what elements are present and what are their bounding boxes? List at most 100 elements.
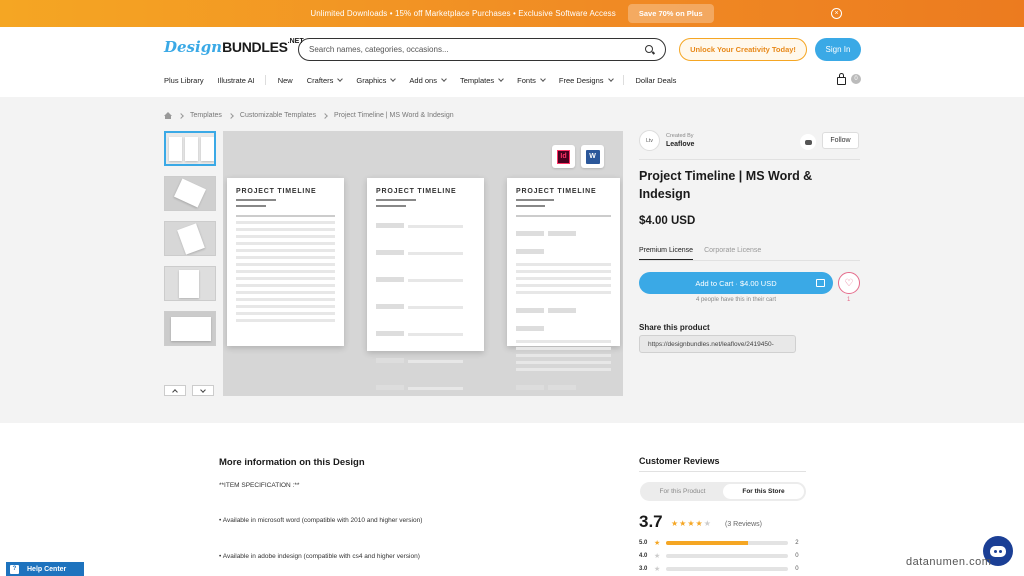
word-badge: W [581, 145, 604, 168]
rating-bar-row: 5.0 ★ 2 [639, 538, 799, 548]
share-title: Share this product [639, 323, 710, 332]
rating-bar-count: 2 [795, 540, 799, 546]
more-info-title: More information on this Design [219, 457, 365, 468]
rating-bar-track [666, 554, 789, 558]
star-icon: ★ [654, 540, 661, 547]
creator-name-link[interactable]: Leaflove [666, 141, 694, 148]
star-icon: ★ [695, 519, 703, 528]
chevron-down-icon [337, 76, 344, 82]
created-by-label: Created By [666, 133, 694, 139]
search-bar [298, 38, 666, 61]
chevron-down-icon[interactable] [192, 385, 214, 396]
star-icon: ★ [671, 519, 679, 528]
chevron-down-icon [390, 76, 397, 82]
nav-item[interactable]: New [278, 76, 293, 85]
rating-bar-label: 5.0 [639, 540, 648, 546]
star-icon: ★ [654, 566, 661, 573]
tab-premium-license[interactable]: Premium License [639, 247, 694, 261]
rating-bar-label: 4.0 [639, 553, 648, 559]
promo-bar: Unlimited Downloads • 15% off Marketplac… [0, 0, 1024, 27]
breadcrumb-current: Project Timeline | MS Word & Indesign [334, 112, 454, 119]
rating-bar-count: 0 [795, 553, 799, 559]
main-nav: Plus Library Illustrate AI New Crafters Grap… [164, 74, 690, 86]
chevron-right-icon [228, 112, 234, 119]
search-icon[interactable] [645, 44, 655, 55]
thumbnail-arrows [164, 385, 214, 396]
tab-corporate-license[interactable]: Corporate License [704, 247, 761, 261]
chevron-right-icon [322, 112, 328, 119]
thumbnail[interactable] [164, 131, 216, 166]
indesign-icon: Id [557, 149, 570, 164]
thumbnail[interactable] [164, 266, 216, 301]
bag-icon [816, 279, 825, 287]
thumbnail[interactable] [164, 176, 216, 211]
product-section: Templates Customizable Templates Project… [0, 97, 1024, 423]
divider [639, 260, 860, 261]
search-input[interactable] [309, 45, 645, 54]
rating-bar-row: 4.0 ★ 0 [639, 551, 799, 561]
cart-icon[interactable] [836, 73, 846, 85]
product-preview-image[interactable]: Id W PROJECT TIMELINE PROJECT TIMELINE P… [223, 131, 623, 396]
share-url-field[interactable]: https://designbundles.net/leaflove/24194… [639, 335, 796, 353]
add-to-cart-button[interactable]: Add to Cart · $4.00 USD [639, 272, 833, 294]
chevron-up-icon[interactable] [164, 385, 186, 396]
rating-bar-track [666, 567, 789, 571]
creator-info: Ltv Created By Leaflove [639, 130, 694, 151]
tab-for-this-product[interactable]: For this Product [642, 484, 723, 499]
timeline-page: PROJECT TIMELINE [227, 178, 344, 346]
nav-item[interactable]: Plus Library [164, 76, 204, 85]
reviews-title: Customer Reviews [639, 456, 720, 466]
follow-button[interactable]: Follow [822, 132, 859, 149]
unlock-creativity-button[interactable]: Unlock Your Creativity Today! [679, 38, 807, 61]
close-icon[interactable]: × [831, 8, 842, 19]
watermark: datanumen.com [906, 556, 992, 568]
chevron-down-icon [540, 76, 546, 82]
home-icon[interactable] [164, 112, 172, 119]
word-icon: W [585, 149, 600, 164]
star-icon: ★ [703, 519, 711, 528]
thumbnail[interactable] [164, 221, 216, 256]
help-center-button[interactable]: ? Help Center [6, 562, 84, 576]
chevron-right-icon [178, 112, 184, 119]
star-icon: ★ [687, 519, 695, 528]
nav-item[interactable]: Crafters [307, 76, 344, 85]
star-icon: ★ [679, 519, 687, 528]
avatar[interactable]: Ltv [639, 130, 660, 151]
promo-text: Unlimited Downloads • 15% off Marketplac… [310, 9, 616, 18]
review-count[interactable]: (3 Reviews) [725, 521, 762, 528]
timeline-page: PROJECT TIMELINE [367, 178, 484, 390]
rating-bar-row: 3.0 ★ 0 [639, 564, 799, 574]
help-icon: ? [10, 564, 19, 574]
thumbnail-list [164, 131, 216, 356]
product-price: $4.00 USD [639, 215, 696, 227]
nav-item[interactable]: Templates [460, 76, 504, 85]
thumbnail[interactable] [164, 311, 216, 346]
nav-item[interactable]: Free Designs [559, 76, 614, 85]
product-title: Project Timeline | MS Word & Indesign [639, 169, 813, 201]
indesign-badge: Id [552, 145, 575, 168]
nav-divider [622, 75, 624, 85]
rating-bar-count: 0 [795, 566, 799, 572]
chat-icon[interactable] [800, 134, 816, 150]
breadcrumb-customizable[interactable]: Customizable Templates [240, 112, 316, 119]
nav-item[interactable]: Illustrate AI [218, 76, 255, 85]
nav-item[interactable]: Dollar Deals [636, 76, 677, 85]
chevron-down-icon [607, 76, 614, 82]
divider [639, 471, 806, 472]
breadcrumb-templates[interactable]: Templates [190, 112, 222, 119]
chevron-down-icon [441, 76, 447, 82]
chevron-down-icon [498, 76, 504, 82]
save-plus-button[interactable]: Save 70% on Plus [627, 4, 714, 23]
heart-icon[interactable]: ♡ [838, 272, 860, 294]
description-line: • Available in microsoft word (compatibl… [219, 517, 423, 524]
nav-item[interactable]: Graphics [356, 76, 397, 85]
nav-item[interactable]: Fonts [517, 76, 546, 85]
nav-item[interactable]: Add ons [409, 76, 447, 85]
nav-divider [264, 75, 266, 85]
description-line: • Available in adobe indesign (compatibl… [219, 553, 420, 560]
logo[interactable]: DesignBUNDLES.NET [164, 38, 304, 56]
tab-for-this-store[interactable]: For this Store [723, 484, 804, 499]
breadcrumb: Templates Customizable Templates Project… [164, 112, 454, 119]
sign-in-button[interactable]: Sign In [815, 38, 861, 61]
rating-bar-label: 3.0 [639, 566, 648, 572]
